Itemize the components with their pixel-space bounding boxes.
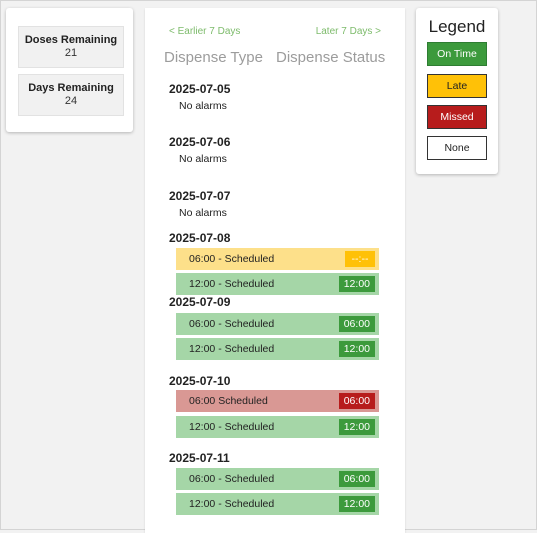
dose-row[interactable]: 06:00 - Scheduled 06:00 [176,313,379,335]
days-remaining-value: 24 [64,95,78,107]
legend-card: Legend On Time Late Missed None [416,8,498,174]
days-remaining-box: Days Remaining 24 [18,74,124,116]
day-date: 2025-07-09 [169,295,231,309]
dose-row-label: 06:00 Scheduled [189,395,268,407]
dose-row-label: 06:00 - Scheduled [189,253,275,265]
dose-row[interactable]: 12:00 - Scheduled 12:00 [176,493,379,515]
day-date: 2025-07-08 [169,231,231,245]
dose-row[interactable]: 06:00 - Scheduled --:-- [176,248,379,270]
dose-status-badge: 12:00 [338,419,375,435]
legend-late: Late [427,74,487,98]
day-date: 2025-07-06 [169,135,231,149]
dose-row[interactable]: 12:00 - Scheduled 12:00 [176,338,379,360]
dose-status-badge: --:-- [345,251,375,267]
doses-remaining-value: 21 [64,47,78,59]
dose-row-label: 06:00 - Scheduled [189,318,275,330]
dose-status-badge: 12:00 [338,276,375,292]
dose-row-label: 12:00 - Scheduled [189,278,275,290]
legend-on-time: On Time [427,42,487,66]
dose-row-label: 12:00 - Scheduled [189,343,275,355]
dose-row[interactable]: 12:00 - Scheduled 12:00 [176,416,379,438]
day-date: 2025-07-10 [169,374,231,388]
dose-status-badge: 06:00 [338,393,375,409]
dose-row[interactable]: 12:00 - Scheduled 12:00 [176,273,379,295]
legend-title: Legend [428,17,486,36]
dose-status-badge: 06:00 [338,471,375,487]
day-date: 2025-07-05 [169,82,231,96]
later-7-days-link[interactable]: Later 7 Days > [316,26,381,37]
doses-remaining-label: Doses Remaining [24,34,118,46]
days-remaining-label: Days Remaining [28,82,114,94]
no-alarms-text: No alarms [179,100,227,112]
dose-row[interactable]: 06:00 Scheduled 06:00 [176,390,379,412]
dose-row-label: 06:00 - Scheduled [189,473,275,485]
day-date: 2025-07-11 [169,451,230,465]
legend-none: None [427,136,487,160]
dose-row-label: 12:00 - Scheduled [189,421,275,433]
stats-card: Doses Remaining 21 Days Remaining 24 [6,8,133,132]
dispense-type-header: Dispense Type [164,49,263,66]
dose-row[interactable]: 06:00 - Scheduled 06:00 [176,468,379,490]
day-date: 2025-07-07 [169,189,231,203]
no-alarms-text: No alarms [179,153,227,165]
dose-status-badge: 12:00 [338,341,375,357]
dose-row-label: 12:00 - Scheduled [189,498,275,510]
no-alarms-text: No alarms [179,207,227,219]
schedule-panel: < Earlier 7 Days Later 7 Days > Dispense… [145,8,405,533]
dispense-status-header: Dispense Status [276,49,386,66]
dose-status-badge: 06:00 [338,316,375,332]
doses-remaining-box: Doses Remaining 21 [18,26,124,68]
earlier-7-days-link[interactable]: < Earlier 7 Days [169,26,240,37]
dose-status-badge: 12:00 [338,496,375,512]
legend-missed: Missed [427,105,487,129]
